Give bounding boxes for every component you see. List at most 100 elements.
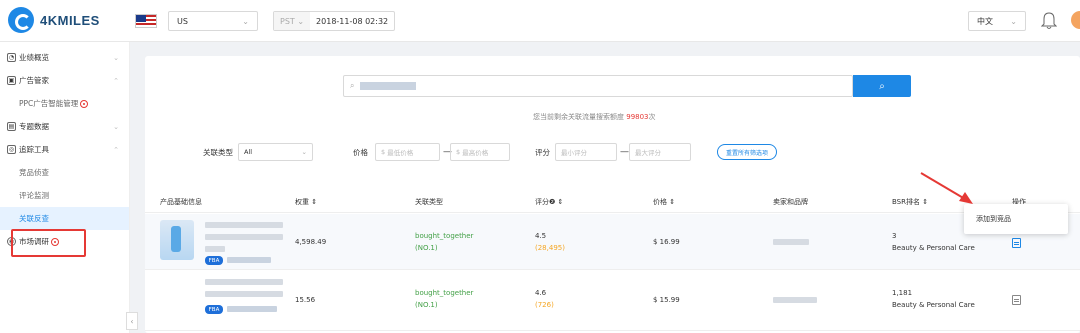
sidebar-item-topic-data[interactable]: ▤ 专题数据 ⌄ <box>0 115 129 138</box>
product-title-redacted <box>205 279 283 285</box>
quota-value: 99803 <box>626 113 649 121</box>
product-title-redacted <box>205 246 225 252</box>
col-seller-brand: 卖家和品牌 <box>773 198 808 206</box>
top-bar: 4KMILES US ⌄ PST ⌄ 2018-11-08 02:32 中文 ⌄ <box>0 0 1080 42</box>
filter-bar: 关联类型 All ⌄ 价格 $ 最低价格 — $ 最高价格 评分 最小评分 — … <box>145 141 1080 163</box>
chevron-down-icon: ⌄ <box>113 122 119 131</box>
col-product: 产品基础信息 <box>160 198 202 206</box>
hot-icon <box>80 99 89 108</box>
price-max-placeholder: 最高价格 <box>462 149 489 157</box>
marketplace-value: US <box>177 16 188 26</box>
us-flag-icon <box>135 14 157 28</box>
sidebar-item-reverse-lookup[interactable]: 关联反查 <box>0 207 129 230</box>
fba-badge: FBA <box>205 305 223 314</box>
col-weight[interactable]: 权重 ⇕ <box>295 197 317 207</box>
rating-min-input[interactable]: 最小评分 <box>555 143 617 161</box>
quota-text: 您当前剩余关联流量搜索额度 99803次 <box>533 112 656 122</box>
assoc-type-value: All <box>244 148 253 156</box>
ads-icon: ▣ <box>7 76 16 85</box>
bsr-category: Beauty & Personal Care <box>892 244 975 252</box>
chevron-down-icon: ⌄ <box>113 53 119 62</box>
logo[interactable]: 4KMILES <box>8 7 100 33</box>
weight-value: 15.56 <box>295 296 316 304</box>
rating-label: 评分 <box>535 148 550 157</box>
main-panel: ⌕ ⌕ 您当前剩余关联流量搜索额度 99803次 关联类型 All ⌄ 价格 $… <box>145 56 1080 333</box>
price-min-input[interactable]: $ 最低价格 <box>375 143 440 161</box>
sidebar-collapse-button[interactable]: ‹ <box>126 312 138 330</box>
sidebar-item-label: 追踪工具 <box>19 145 49 154</box>
price-label: 价格 <box>353 148 368 157</box>
logo-mark-icon <box>8 7 34 33</box>
col-price[interactable]: 价格 ⇕ <box>653 197 675 207</box>
marketplace-select[interactable]: US ⌄ <box>168 11 258 31</box>
asin-redacted[interactable] <box>227 306 277 312</box>
sidebar-item-label: 评论监测 <box>19 191 49 200</box>
sidebar-item-competitor[interactable]: 竞品侦查 <box>0 161 129 184</box>
sidebar-item-label: 关联反查 <box>19 214 49 223</box>
rating-value: 4.6 <box>535 289 547 297</box>
assoc-type-value: bought_together <box>415 232 474 240</box>
chevron-up-icon: ⌃ <box>113 145 119 154</box>
rating-value: 4.5 <box>535 232 547 240</box>
dashboard-icon: ◔ <box>7 53 16 62</box>
add-competitor-icon[interactable] <box>1012 295 1021 305</box>
sidebar-item-review-monitor[interactable]: 评论监测 <box>0 184 129 207</box>
col-assoc-type: 关联类型 <box>415 198 443 206</box>
asin-redacted[interactable] <box>227 257 271 263</box>
rating-max-input[interactable]: 最大评分 <box>629 143 691 161</box>
current-datetime: 2018-11-08 02:32 <box>316 16 389 26</box>
price-max-input[interactable]: $ 最高价格 <box>450 143 510 161</box>
bsr-rank: 3 <box>892 232 897 240</box>
sidebar-item-ppc[interactable]: PPC广告智能管理 <box>0 92 129 115</box>
data-icon: ▤ <box>7 122 16 131</box>
product-title-redacted <box>205 234 283 240</box>
add-competitor-icon[interactable] <box>1012 238 1021 248</box>
sidebar: ◔ 业绩概览 ⌄ ▣ 广告管家 ⌃ PPC广告智能管理 ▤ 专题数据 ⌄ ◎ 追… <box>0 42 130 333</box>
search-icon: ⌕ <box>350 81 355 90</box>
review-count[interactable]: (726) <box>535 301 554 309</box>
range-dash: — <box>620 147 629 157</box>
col-rating[interactable]: 评分❷ ⇕ <box>535 197 563 207</box>
language-value: 中文 <box>977 16 993 26</box>
chevron-down-icon: ⌄ <box>242 16 249 26</box>
timezone-select[interactable]: PST ⌄ 2018-11-08 02:32 <box>273 11 396 31</box>
price-value: $ 16.99 <box>653 238 680 246</box>
weight-value: 4,598.49 <box>295 238 327 246</box>
review-count[interactable]: (28,495) <box>535 244 565 252</box>
assoc-rank-value: (NO.1) <box>415 301 438 309</box>
table-row: FBA 15.56 bought_together (NO.1) 4.6 (72… <box>145 275 1080 331</box>
sidebar-item-ads[interactable]: ▣ 广告管家 ⌃ <box>0 69 129 92</box>
assoc-type-value: bought_together <box>415 289 474 297</box>
seller-brand-redacted[interactable] <box>773 297 817 303</box>
tooltip-label: 添加到竞品 <box>976 215 1011 223</box>
search-value-redacted <box>360 82 417 90</box>
assoc-type-label: 关联类型 <box>203 148 233 157</box>
bsr-category: Beauty & Personal Care <box>892 301 975 309</box>
sidebar-item-label: 业绩概览 <box>19 53 49 62</box>
search-button[interactable]: ⌕ <box>853 75 911 97</box>
tracking-icon: ◎ <box>7 145 16 154</box>
fba-badge: FBA <box>205 256 223 265</box>
search-icon: ⌕ <box>879 80 885 92</box>
chevron-down-icon: ⌄ <box>1010 16 1017 26</box>
clear-filters-button[interactable]: 重置所有筛选项 <box>717 144 778 160</box>
search-input[interactable]: ⌕ <box>343 75 853 97</box>
rating-min-placeholder: 最小评分 <box>561 149 587 157</box>
sidebar-item-label: 广告管家 <box>19 76 49 85</box>
quota-prefix: 您当前剩余关联流量搜索额度 <box>533 113 624 121</box>
sidebar-item-tracking-tools[interactable]: ◎ 追踪工具 ⌃ <box>0 138 129 161</box>
price-value: $ 15.99 <box>653 296 680 304</box>
language-select[interactable]: 中文 ⌄ <box>968 11 1026 31</box>
price-min-placeholder: 最低价格 <box>387 149 414 157</box>
product-title-redacted <box>205 222 283 228</box>
sidebar-item-overview[interactable]: ◔ 业绩概览 ⌄ <box>0 46 129 69</box>
product-thumbnail[interactable] <box>160 220 194 260</box>
product-title-redacted <box>205 291 283 297</box>
assoc-type-select[interactable]: All ⌄ <box>238 143 313 161</box>
avatar[interactable] <box>1071 11 1080 29</box>
timezone-value: PST ⌄ <box>274 12 311 30</box>
bell-icon[interactable] <box>1041 12 1057 30</box>
seller-brand-redacted[interactable] <box>773 239 809 245</box>
sidebar-item-label: 竞品侦查 <box>19 168 49 177</box>
highlight-box <box>11 229 86 257</box>
